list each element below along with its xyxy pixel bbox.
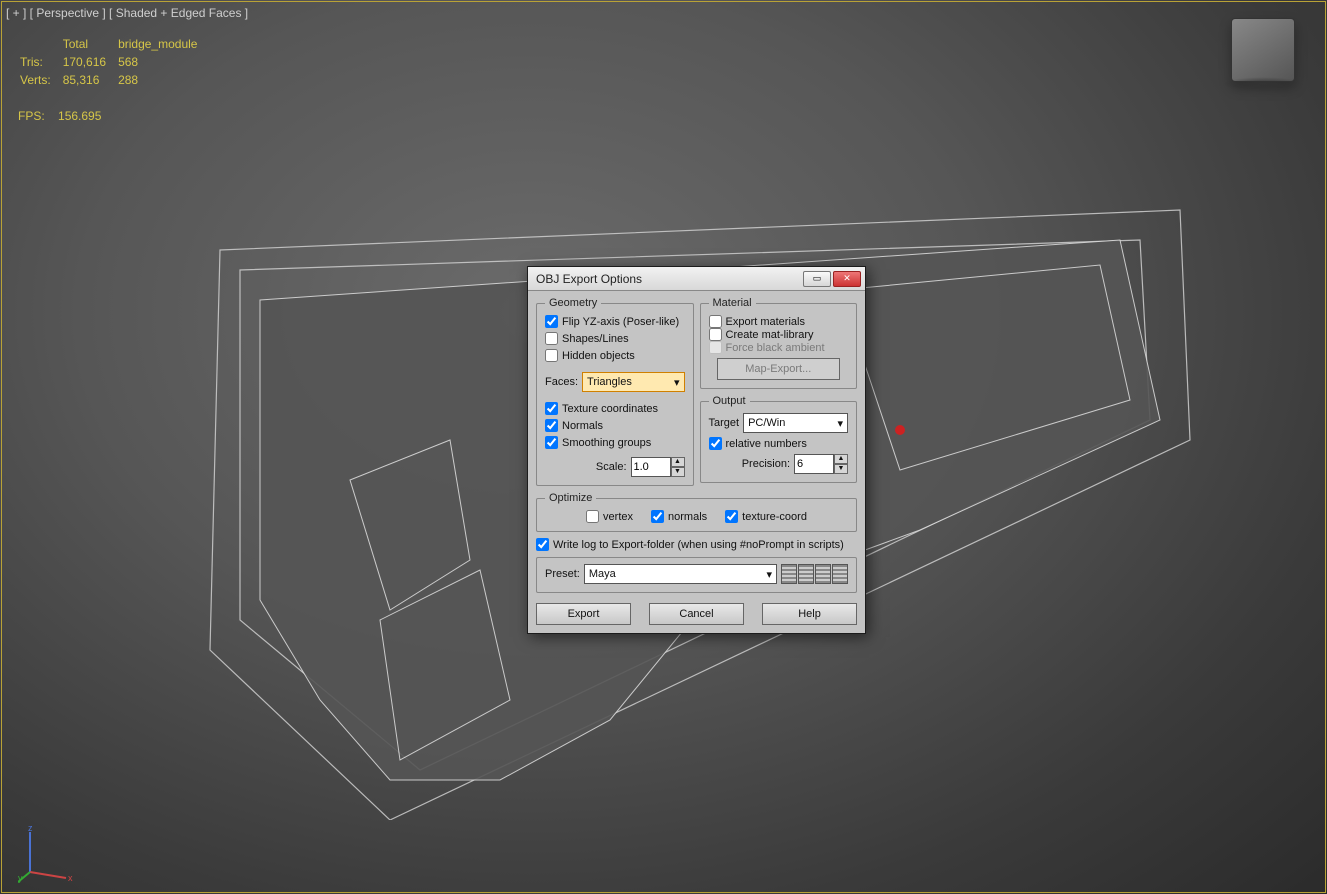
faces-label: Faces: (545, 376, 578, 388)
obj-export-options-dialog[interactable]: OBJ Export Options ▭ ✕ Geometry Flip YZ-… (527, 266, 866, 634)
cancel-button[interactable]: Cancel (649, 603, 744, 625)
stats-tris-label: Tris: (20, 54, 61, 70)
dialog-title: OBJ Export Options (536, 272, 801, 286)
chevron-down-icon: ▾ (674, 376, 680, 389)
geometry-legend: Geometry (545, 297, 601, 309)
material-group: Material Export materials Create mat-lib… (700, 297, 858, 389)
scene-statistics: Total bridge_module Tris: 170,616 568 Ve… (18, 34, 209, 124)
optimize-vertex-checkbox[interactable]: vertex (586, 510, 633, 523)
spinner-down-icon[interactable]: ▼ (671, 467, 685, 477)
write-log-checkbox[interactable]: Write log to Export-folder (when using #… (536, 538, 857, 551)
preset-slot-icon[interactable] (832, 564, 848, 584)
optimize-group: Optimize vertex normals texture-coord (536, 492, 857, 532)
preset-slot-icon[interactable] (815, 564, 831, 584)
window-close-button[interactable]: ✕ (833, 271, 861, 287)
viewcube[interactable] (1231, 18, 1295, 82)
viewport-label[interactable]: [ + ] [ Perspective ] [ Shaded + Edged F… (6, 6, 248, 20)
stats-verts-label: Verts: (20, 72, 61, 88)
svg-text:z: z (28, 824, 33, 833)
preset-slot-icon[interactable] (781, 564, 797, 584)
export-materials-checkbox[interactable]: Export materials (709, 315, 849, 328)
stats-tris-object: 568 (118, 54, 207, 70)
flip-yz-checkbox[interactable]: Flip YZ-axis (Poser-like) (545, 315, 685, 328)
spinner-down-icon[interactable]: ▼ (834, 464, 848, 474)
window-maximize-button[interactable]: ▭ (803, 271, 831, 287)
spinner-up-icon[interactable]: ▲ (671, 457, 685, 467)
preset-dropdown[interactable]: Maya ▾ (584, 564, 777, 584)
svg-text:x: x (68, 873, 73, 883)
stats-verts-total: 85,316 (63, 72, 116, 88)
help-button[interactable]: Help (762, 603, 857, 625)
create-mat-library-checkbox[interactable]: Create mat-library (709, 328, 849, 341)
stats-header-object: bridge_module (118, 36, 207, 52)
spinner-up-icon[interactable]: ▲ (834, 454, 848, 464)
export-button[interactable]: Export (536, 603, 631, 625)
map-export-button: Map-Export... (717, 358, 841, 380)
smoothing-groups-checkbox[interactable]: Smoothing groups (545, 436, 685, 449)
svg-text:y: y (18, 873, 23, 883)
axis-gizmo[interactable]: z x y (18, 824, 78, 884)
precision-label: Precision: (742, 458, 790, 470)
optimize-normals-checkbox[interactable]: normals (651, 510, 707, 523)
material-legend: Material (709, 297, 756, 309)
stats-verts-object: 288 (118, 72, 207, 88)
stats-header-total: Total (63, 36, 116, 52)
normals-checkbox[interactable]: Normals (545, 419, 685, 432)
output-legend: Output (709, 395, 750, 407)
stats-fps-value: 156.695 (58, 109, 101, 123)
chevron-down-icon: ▾ (766, 568, 772, 581)
optimize-legend: Optimize (545, 492, 596, 504)
output-group: Output Target PC/Win ▾ relative numbers … (700, 395, 858, 483)
chevron-down-icon: ▾ (837, 417, 843, 430)
dialog-titlebar[interactable]: OBJ Export Options ▭ ✕ (528, 267, 865, 291)
scale-label: Scale: (596, 461, 627, 473)
shapes-lines-checkbox[interactable]: Shapes/Lines (545, 332, 685, 345)
object-pivot-icon (895, 425, 905, 435)
target-label: Target (709, 417, 740, 429)
preset-slot-icon[interactable] (798, 564, 814, 584)
stats-tris-total: 170,616 (63, 54, 116, 70)
faces-dropdown[interactable]: Triangles ▾ (582, 372, 684, 392)
geometry-group: Geometry Flip YZ-axis (Poser-like) Shape… (536, 297, 694, 486)
optimize-texture-coord-checkbox[interactable]: texture-coord (725, 510, 807, 523)
relative-numbers-checkbox[interactable]: relative numbers (709, 437, 849, 450)
scale-spinner[interactable]: ▲▼ (631, 457, 685, 477)
target-dropdown[interactable]: PC/Win ▾ (743, 413, 848, 433)
texture-coordinates-checkbox[interactable]: Texture coordinates (545, 402, 685, 415)
force-black-ambient-checkbox: Force black ambient (709, 341, 849, 354)
hidden-objects-checkbox[interactable]: Hidden objects (545, 349, 685, 362)
preset-label: Preset: (545, 568, 580, 580)
precision-spinner[interactable]: ▲▼ (794, 454, 848, 474)
stats-fps-label: FPS: (18, 109, 45, 123)
